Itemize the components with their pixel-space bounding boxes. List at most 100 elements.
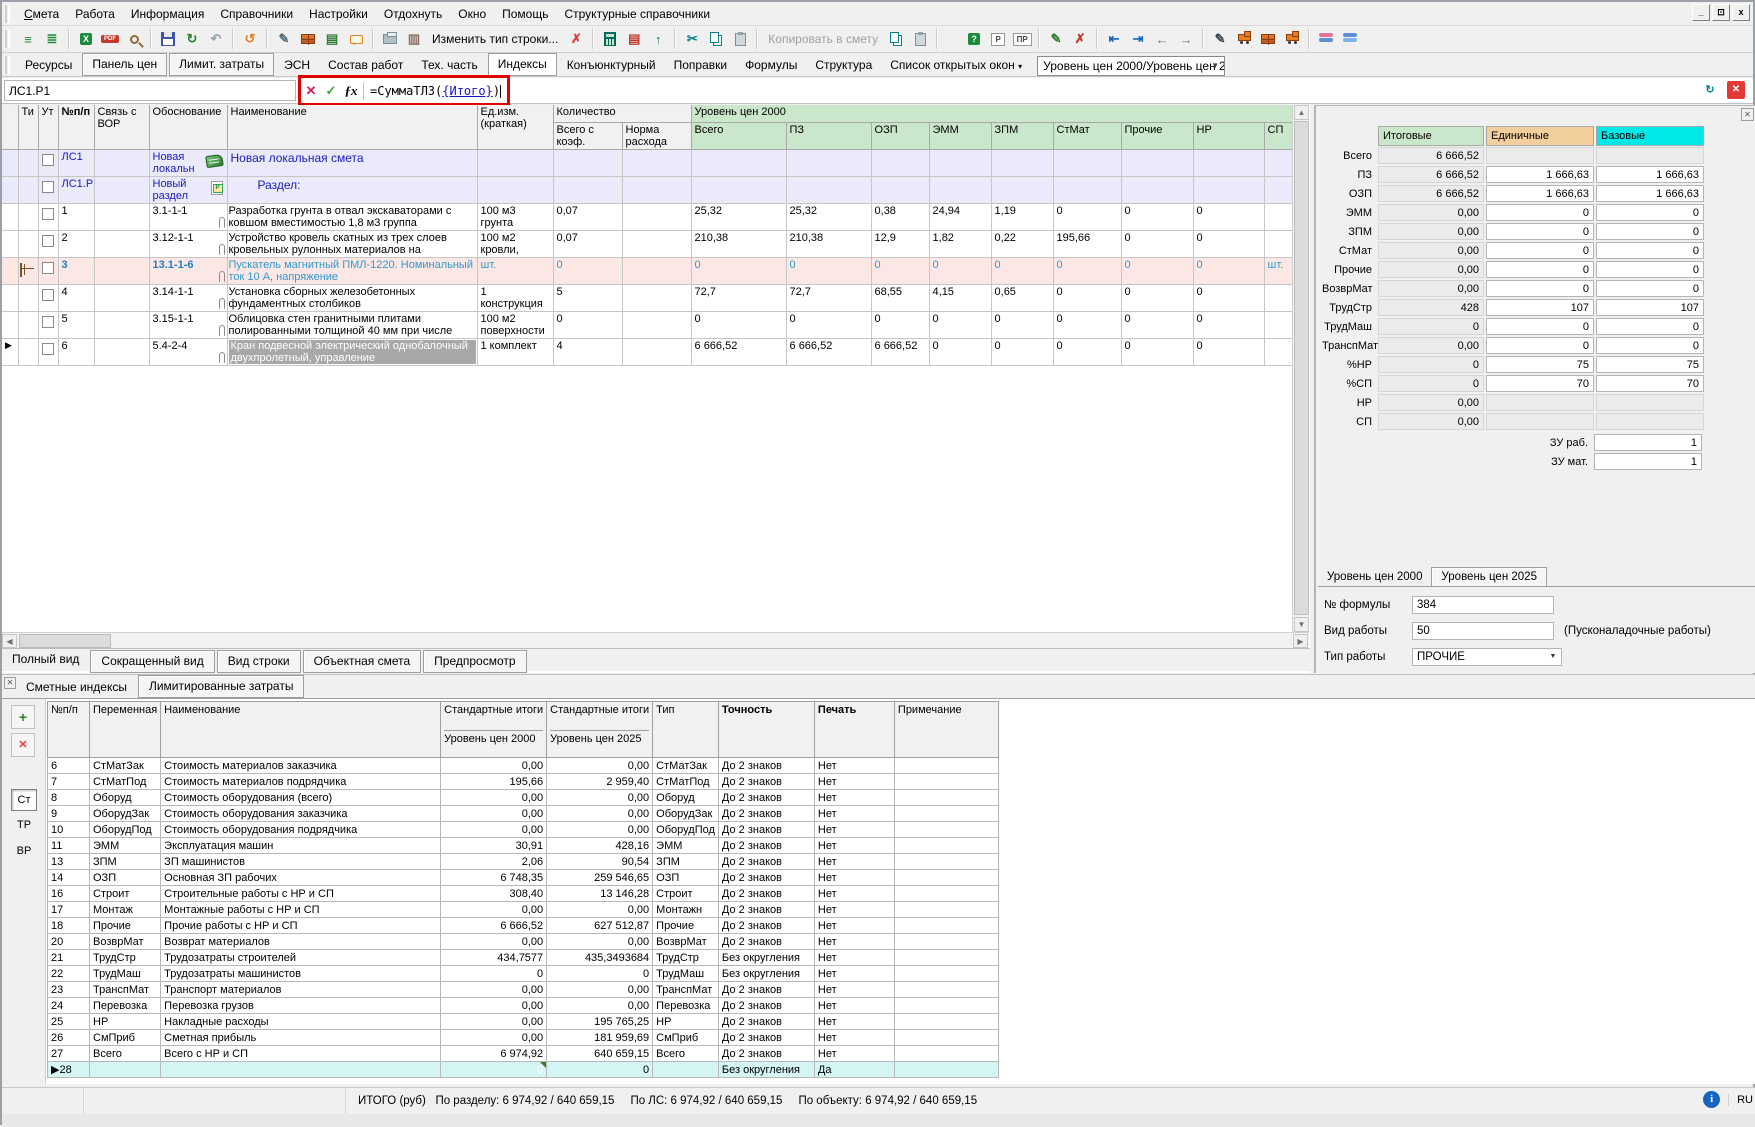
view-tab-0[interactable]: Полный вид [2,649,89,673]
tools-icon[interactable]: ✎ [1209,28,1231,50]
approve-checkbox[interactable] [42,208,54,220]
filter-toggle-Ст[interactable]: Ст [11,789,37,811]
price-value-cell[interactable]: 0 [1486,318,1594,335]
vertical-scrollbar[interactable]: ▲ ▼ [1292,105,1309,632]
doc-tab-11[interactable]: Список открытых окон ▾ [881,55,1031,76]
menu-2[interactable]: Информация [123,4,212,24]
accept-formula-button[interactable]: ✓ [321,81,341,100]
insert-doc-icon[interactable]: ▤ [623,28,645,50]
pdf-export-icon[interactable]: PDF [99,28,121,50]
price-value-cell[interactable]: 0 [1596,280,1704,297]
book-icon[interactable]: ▥ [403,28,425,50]
print-icon[interactable] [379,28,401,50]
cost-row-16[interactable]: 16СтроитСтроительные работы с НР и СП308… [48,886,999,902]
price-value-cell[interactable]: 1 666,63 [1486,185,1594,202]
bricks-icon[interactable] [1257,28,1279,50]
move-up-icon[interactable]: ↑ [647,28,669,50]
close-formula-icon[interactable]: ✕ [1727,81,1745,99]
doc-tab-8[interactable]: Поправки [665,55,736,76]
refresh-formula-icon[interactable]: ↻ [1701,81,1719,99]
cost-row-17[interactable]: 17МонтажМонтажные работы с НР и СП0,000,… [48,902,999,918]
doc-tab-4[interactable]: Состав работ [319,55,412,76]
view-tab-2[interactable]: Вид строки [217,650,301,673]
books-pink-icon[interactable] [1315,28,1337,50]
price-value-cell[interactable]: 107 [1486,299,1594,316]
price-value-cell[interactable]: 1 666,63 [1486,166,1594,183]
change-row-type-button[interactable]: Изменить тип строки... [426,32,564,46]
catalog-icon[interactable]: ▤ [321,28,343,50]
estimate-row-ЛС1[interactable]: ЛС1Новая локальнНовая локальная смета [2,149,1292,176]
comment-icon[interactable] [345,28,367,50]
delete-list-icon[interactable]: ✗ [1069,28,1091,50]
close-panel-icon[interactable]: ✕ [1741,108,1754,121]
estimate-row-3[interactable]: 313.1-1-6Пускатель магнитный ПМЛ-1220. Н… [2,257,1292,284]
menu-3[interactable]: Справочники [212,4,301,24]
price-value-cell[interactable]: 107 [1596,299,1704,316]
scrollbar-thumb[interactable] [1294,121,1309,615]
cost-row-13[interactable]: 13ЗПМЗП машинистов2,0690,54ЗПМДо 2 знако… [48,854,999,870]
restore-button[interactable]: ⊡ [1712,4,1730,21]
zu-value[interactable]: 1 [1594,434,1702,451]
cost-row-18[interactable]: 18ПрочиеПрочие работы с НР и СП6 666,526… [48,918,999,934]
delete-row-icon[interactable]: ✗ [565,28,587,50]
scrollbar-thumb[interactable] [19,634,111,648]
approve-checkbox[interactable] [42,154,54,166]
doc-tab-5[interactable]: Тех. часть [412,55,486,76]
collapse-tree-icon[interactable]: ≡ [17,28,39,50]
truck-icon[interactable] [1233,28,1255,50]
cost-row-27[interactable]: 27ВсегоВсего с НР и СП6 974,92640 659,15… [48,1046,999,1062]
price-value-cell[interactable]: 0 [1596,223,1704,240]
cost-row-14[interactable]: 14ОЗПОсновная ЗП рабочих6 748,35259 546,… [48,870,999,886]
scroll-up-icon[interactable]: ▲ [1294,105,1309,120]
menu-0[interactable]: Смета [16,4,67,24]
scroll-left-icon[interactable]: ◀ [2,634,17,648]
close-button[interactable]: x [1732,4,1750,21]
price-value-cell[interactable]: 1 666,63 [1596,166,1704,183]
doc-tab-0[interactable]: Ресурсы [16,55,81,76]
price-value-cell[interactable]: 0 [1596,204,1704,221]
price-value-cell[interactable]: 0 [1486,242,1594,259]
copy-icon[interactable] [705,28,727,50]
cost-row-28[interactable]: ▶2800Без округленияДа [48,1062,999,1078]
scroll-right-icon[interactable]: ▶ [1293,634,1308,648]
price-value-cell[interactable]: 1 666,63 [1596,185,1704,202]
close-panel-icon[interactable]: ✕ [4,677,16,689]
price-value-cell[interactable]: 75 [1596,356,1704,373]
price-value-cell[interactable]: 0 [1486,337,1594,354]
pr-doc-icon[interactable]: ПР [1011,28,1033,50]
price-value-cell[interactable]: 70 [1596,375,1704,392]
menu-6[interactable]: Окно [450,4,494,24]
approve-checkbox[interactable] [42,235,54,247]
menu-8[interactable]: Структурные справочники [556,4,718,24]
price-level-tab-1[interactable]: Уровень цен 2025 [1431,567,1546,586]
formula-itogo-link[interactable]: {Итого} [442,84,493,98]
cost-row-8[interactable]: 8ОборудСтоимость оборудования (всего)0,0… [48,790,999,806]
menu-7[interactable]: Помощь [494,4,556,24]
shift-right-icon[interactable]: → [1175,28,1197,50]
formula-no-input[interactable]: 384 [1412,596,1554,614]
price-value-cell[interactable]: 0 [1486,223,1594,240]
estimate-row-6[interactable]: ▶65.4-2-4Кран подвесной электрический од… [2,338,1292,365]
excel-export-icon[interactable]: X [75,28,97,50]
approve-checkbox[interactable] [42,289,54,301]
cost-row-10[interactable]: 10ОборудПодСтоимость оборудования подряд… [48,822,999,838]
view-tab-3[interactable]: Объектная смета [303,650,422,673]
cost-row-6[interactable]: 6СтМатЗакСтоимость материалов заказчика0… [48,758,999,774]
filter-toggle-ТР[interactable]: ТР [11,815,37,837]
estimate-row-ЛС1.Р1[interactable]: ЛС1.Р1Новый разделРаздел: [2,176,1292,203]
undo-icon[interactable]: ↶ [205,28,227,50]
cost-row-20[interactable]: 20ВозврМатВозврат материалов0,000,00Возв… [48,934,999,950]
edit-list-icon[interactable]: ✎ [1045,28,1067,50]
doc-tab-10[interactable]: Структура [806,55,881,76]
copy-doc-orange-icon[interactable] [909,28,931,50]
horizontal-scrollbar[interactable]: ◀ ▶ [2,632,1309,648]
search-icon[interactable] [123,28,145,50]
refresh-icon[interactable]: ↻ [181,28,203,50]
price-value-cell[interactable]: 0 [1486,261,1594,278]
cost-row-26[interactable]: 26СмПрибСметная прибыль0,00181 959,69СмП… [48,1030,999,1046]
bottom-tab-0[interactable]: Сметные индексы [16,677,137,698]
indent-icon[interactable]: ⇥ [1127,28,1149,50]
help-book-icon[interactable]: ? [963,28,985,50]
estimate-row-5[interactable]: 53.15-1-1Облицовка стен гранитными плита… [2,311,1292,338]
zu-value[interactable]: 1 [1594,453,1702,470]
